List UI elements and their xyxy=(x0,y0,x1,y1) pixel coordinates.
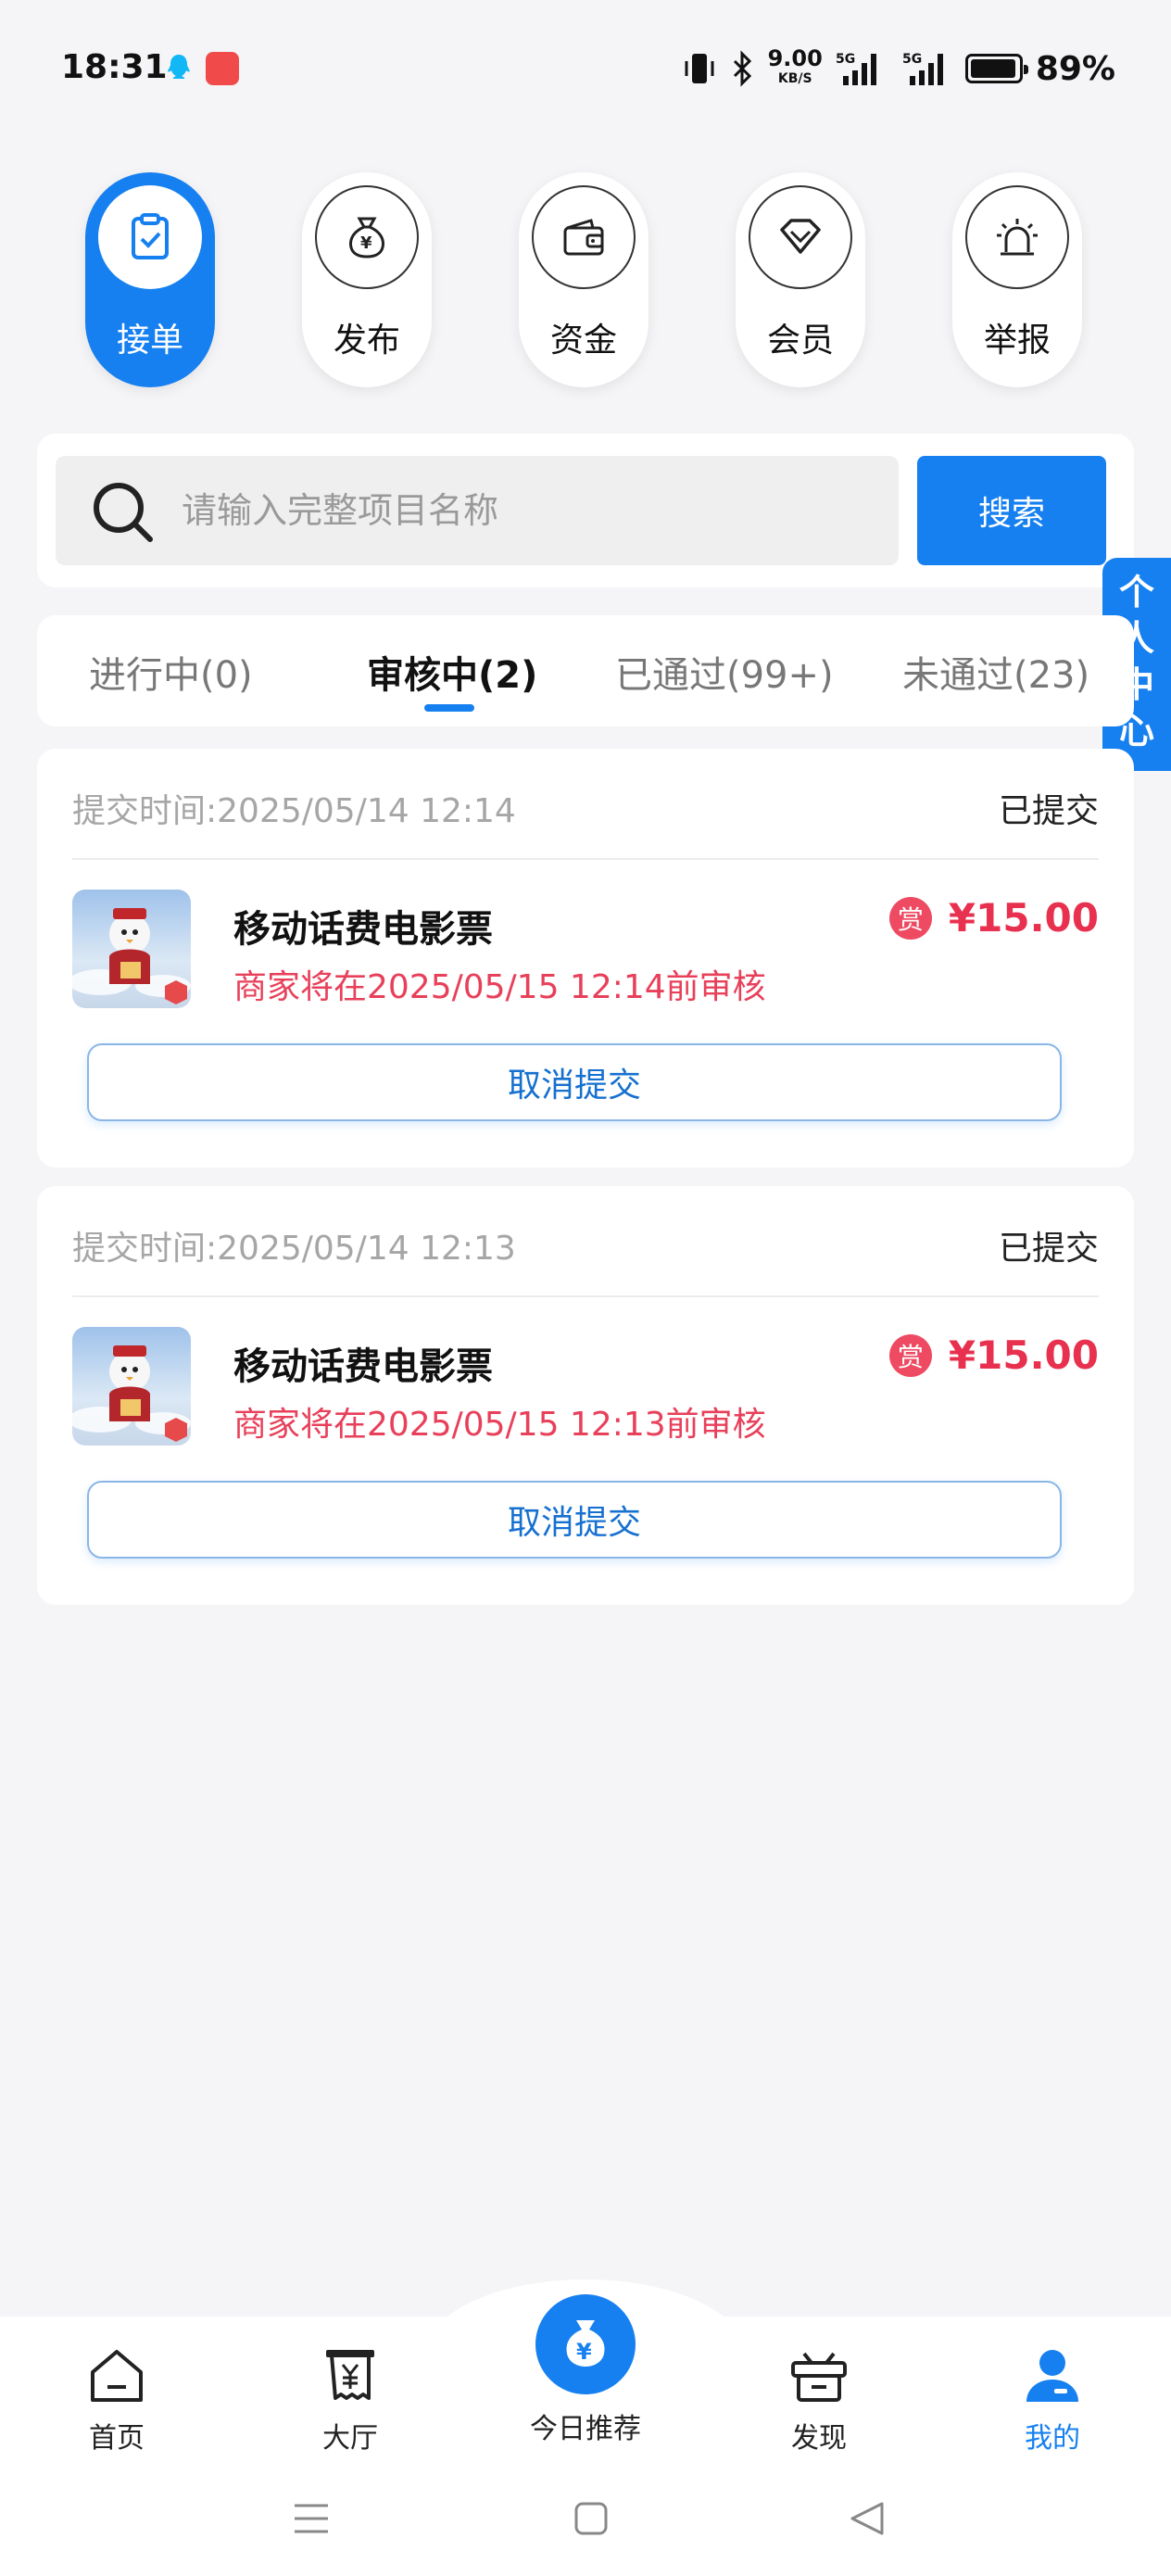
review-notice: 商家将在2025/05/15 12:14前审核 xyxy=(233,968,766,1006)
svg-text:¥: ¥ xyxy=(576,2339,592,2365)
home-icon xyxy=(91,2350,143,2402)
reward: 赏 ¥15.00 xyxy=(888,895,1099,941)
bottom-nav-label: 大厅 xyxy=(322,2422,378,2455)
battery-percent: 89% xyxy=(1035,49,1115,88)
order-status: 已提交 xyxy=(998,1230,1099,1268)
top-nav: 接单 ¥ 发布 资金 会员 举报 xyxy=(0,172,1171,391)
menu-icon[interactable] xyxy=(293,2500,330,2537)
tab-under-review[interactable]: 审核中(2) xyxy=(367,645,537,699)
product-thumbnail xyxy=(72,890,191,1008)
user-icon xyxy=(1026,2350,1078,2402)
status-tabs: 进行中(0) 审核中(2) 已通过(99+) 未通过(23) xyxy=(37,615,1134,726)
tab-approved[interactable]: 已通过(99+) xyxy=(615,645,834,699)
bottom-nav-home[interactable]: 首页 xyxy=(33,2337,200,2456)
bottom-nav-label: 我的 xyxy=(1025,2422,1080,2455)
tab-rejected[interactable]: 未通过(23) xyxy=(902,645,1089,699)
home-nav-icon[interactable] xyxy=(573,2500,610,2537)
search-input[interactable] xyxy=(182,474,867,547)
divider xyxy=(72,1295,1099,1297)
bluetooth-icon xyxy=(733,50,751,87)
search-card: 搜索 xyxy=(37,434,1134,587)
bottom-nav-label: 首页 xyxy=(89,2422,145,2455)
reward: 赏 ¥15.00 xyxy=(888,1332,1099,1378)
bottom-nav-discover[interactable]: 发现 xyxy=(736,2337,902,2456)
product-name: 移动话费电影票 xyxy=(233,908,493,951)
nav-membership[interactable]: 会员 xyxy=(736,172,865,387)
hall-icon xyxy=(326,2350,374,2400)
svg-text:5G: 5G xyxy=(902,52,922,67)
status-time: 18:31 xyxy=(61,48,168,86)
app-notification-icon xyxy=(206,52,239,85)
submit-time: 提交时间:2025/05/14 12:14 xyxy=(72,792,516,830)
tab-in-progress[interactable]: 进行中(0) xyxy=(89,645,253,699)
system-nav-bar xyxy=(0,2483,1171,2548)
nav-accept-order[interactable]: 接单 xyxy=(85,172,215,387)
cancel-submit-button[interactable]: 取消提交 xyxy=(87,1043,1062,1121)
nav-report[interactable]: 举报 xyxy=(952,172,1082,387)
reward-badge: 赏 xyxy=(888,896,932,940)
network-speed: 9.00 KB/S xyxy=(767,45,823,89)
status-right: 9.00 KB/S 5G 5G 89% xyxy=(681,45,1115,89)
signal-5g-icon-2: 5G xyxy=(902,52,943,85)
speed-value: 9.00 xyxy=(767,45,823,71)
nav-label: 资金 xyxy=(549,322,617,360)
battery-icon xyxy=(964,54,1028,83)
cancel-submit-button[interactable]: 取消提交 xyxy=(87,1481,1062,1559)
qq-notification-icon xyxy=(168,55,190,79)
reward-price: ¥15.00 xyxy=(948,1332,1099,1378)
bottom-nav-label: 发现 xyxy=(791,2422,847,2455)
submit-time: 提交时间:2025/05/14 12:13 xyxy=(72,1230,516,1268)
nav-label: 发布 xyxy=(333,322,400,360)
vibrate-icon xyxy=(685,54,714,83)
reward-price: ¥15.00 xyxy=(948,895,1099,941)
svg-text:5G: 5G xyxy=(836,52,855,67)
diamond-icon xyxy=(749,185,852,289)
active-tab-indicator xyxy=(424,704,474,712)
back-icon[interactable] xyxy=(849,2500,886,2537)
order-card: 提交时间:2025/05/14 12:14 已提交 移动话费电影票 赏 ¥15.… xyxy=(37,749,1134,1168)
svg-text:¥: ¥ xyxy=(360,234,372,253)
signal-5g-icon-1: 5G xyxy=(836,52,876,85)
bottom-nav-hall[interactable]: 大厅 xyxy=(267,2337,434,2456)
search-icon xyxy=(94,483,153,542)
clipboard-check-icon xyxy=(98,185,202,289)
alarm-icon xyxy=(965,185,1069,289)
search-button[interactable]: 搜索 xyxy=(917,456,1106,565)
order-card: 提交时间:2025/05/14 12:13 已提交 移动话费电影票 赏 ¥15.… xyxy=(37,1186,1134,1605)
divider xyxy=(72,858,1099,860)
product-name: 移动话费电影票 xyxy=(233,1345,493,1388)
nav-label: 接单 xyxy=(116,322,183,360)
product-thumbnail xyxy=(72,1327,191,1446)
nav-funds[interactable]: 资金 xyxy=(519,172,648,387)
order-status: 已提交 xyxy=(998,792,1099,830)
bottom-nav-today-recommend[interactable]: ¥ xyxy=(530,2289,641,2400)
nav-label: 会员 xyxy=(766,322,834,360)
gift-box-icon xyxy=(791,2352,847,2402)
nav-label: 举报 xyxy=(983,322,1051,360)
search-box xyxy=(56,456,899,565)
wallet-icon xyxy=(532,185,636,289)
bottom-nav-mine[interactable]: 我的 xyxy=(969,2337,1136,2456)
reward-badge: 赏 xyxy=(888,1333,932,1377)
status-bar: 18:31 9.00 KB/S 5G 5G 89% xyxy=(0,0,1171,139)
bottom-nav-label: 今日推荐 xyxy=(530,2413,641,2445)
speed-unit: KB/S xyxy=(777,71,812,86)
review-notice: 商家将在2025/05/15 12:13前审核 xyxy=(233,1406,766,1444)
nav-publish[interactable]: ¥ 发布 xyxy=(302,172,432,387)
money-bag-icon: ¥ xyxy=(315,185,419,289)
money-bag-icon: ¥ xyxy=(566,2320,605,2367)
